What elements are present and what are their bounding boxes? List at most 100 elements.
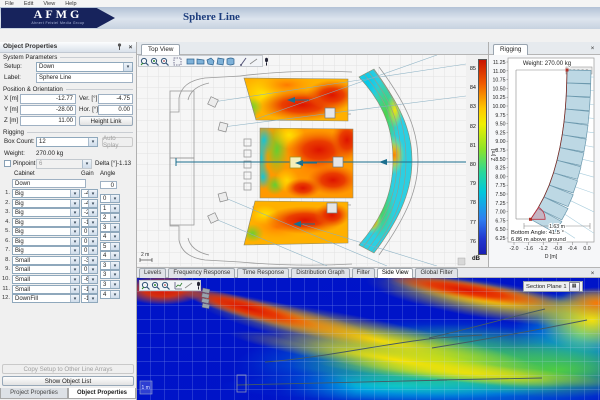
draw-quad-area-icon[interactable] [216,56,225,66]
gain-select[interactable]: -12▾ [81,285,98,294]
label-field[interactable]: Sphere Line [36,73,133,83]
angle-select[interactable]: 4▾ [100,232,120,241]
angle-select[interactable]: 4▾ [100,251,120,260]
resize-grip[interactable] [458,258,465,265]
draw-polygon-area-icon[interactable] [206,56,215,66]
cabinet-select[interactable]: Small▾ [12,256,80,265]
gain-select[interactable]: -2▾ [81,208,98,217]
scale-label: 1 m [142,385,150,391]
z-field[interactable]: 11.00 [20,116,76,126]
cabinet-select[interactable]: Big▾ [12,208,80,217]
angle-select[interactable]: 5▾ [100,242,120,251]
row-index: 4. [1,219,10,225]
top-view-canvas[interactable]: 2 m [137,55,466,266]
setup-select[interactable]: Down▾ [36,62,133,72]
cabinet-select[interactable]: Small▾ [12,275,80,284]
section-plane-selector[interactable]: Section Plane 1 ▦ [523,281,583,292]
zoom-window-icon[interactable] [140,56,149,66]
draw-ray-icon[interactable] [249,56,258,66]
speaker-icon[interactable] [325,108,335,118]
section-plane-lock-icon[interactable]: ▦ [569,282,580,292]
angle-select[interactable]: 3▾ [100,223,120,232]
zoom-window-icon[interactable] [141,281,150,291]
box-count-select[interactable]: 12▾ [36,137,98,147]
speaker-icon[interactable] [333,157,343,167]
hor-field[interactable]: 0.00 [98,105,133,115]
speaker-icon[interactable] [327,203,337,213]
speaker-icon[interactable] [218,122,228,132]
axis-tick: 9.25 [495,130,505,136]
gain-select[interactable]: -4▾ [81,189,98,198]
cabinet-select[interactable]: Big▾ [12,218,80,227]
rigging-diagram[interactable]: Weight: 270.00 kg 1.63 m Bottom Angle: 4… [489,55,600,270]
gain-select[interactable]: 0▾ [81,237,98,246]
zoom-in-icon[interactable] [151,281,160,291]
gain-select[interactable]: -4▾ [81,199,98,208]
cabinet-select[interactable]: Big▾ [12,237,80,246]
top-angle-field[interactable]: 0 [100,181,117,189]
setup-name-field[interactable]: Down [12,179,86,188]
spl-colorbar: 85848382818079787776 dB [466,55,488,268]
tab-object-properties[interactable]: Object Properties [68,388,136,399]
ver-field[interactable]: -4.75 [98,94,133,104]
gain-select[interactable]: 0▾ [81,265,98,274]
select-area-icon[interactable] [173,56,182,66]
angle-select[interactable]: 3▾ [100,280,120,289]
x-field[interactable]: -12.77 [20,94,76,104]
setup-label: Setup: [4,62,22,71]
tab-rigging[interactable]: Rigging [493,44,528,55]
draw-rect-area-icon[interactable] [186,56,195,66]
distribution-graph-icon[interactable] [174,281,183,291]
gain-select[interactable]: -3▾ [81,256,98,265]
speaker-icon[interactable] [218,192,228,202]
close-icon[interactable]: × [588,44,597,53]
chevron-down-icon: ▾ [88,257,97,264]
angle-select[interactable]: 4▾ [100,290,120,299]
angle-select-value: 0 [101,195,110,202]
chevron-down-icon: ▾ [70,286,79,293]
cabinet-select[interactable]: Big▾ [12,227,80,236]
gain-select[interactable]: -12▾ [81,294,98,303]
axis-tick: -2.0 [510,246,519,252]
angle-select[interactable]: 3▾ [100,261,120,270]
probe-icon[interactable] [194,281,203,291]
cabinet-select[interactable]: Big▾ [12,189,80,198]
zoom-out-icon[interactable] [160,56,169,66]
auto-splay-button[interactable]: Auto Splay [102,137,133,147]
gain-select[interactable]: 0▾ [81,246,98,255]
axis-tick: 10.50 [493,86,506,92]
draw-curved-area-icon[interactable] [226,56,235,66]
panel-title: Object Properties [3,43,57,50]
cabinet-select[interactable]: DownFill▾ [12,294,80,303]
gain-select[interactable]: 0▾ [81,227,98,236]
pinpoint-checkbox[interactable] [4,160,11,167]
gain-select[interactable]: -6▾ [81,275,98,284]
angle-select[interactable]: 1▾ [100,204,120,213]
side-view-canvas[interactable]: 1 m [137,278,600,400]
height-link-button[interactable]: Height Link [79,116,133,126]
draw-trapezoid-area-icon[interactable] [196,56,205,66]
show-object-list-button[interactable]: Show Object List [2,376,134,386]
draw-ray-icon[interactable] [184,281,193,291]
draw-line-icon[interactable] [239,56,248,66]
pinpoint-select[interactable]: 6▾ [36,159,92,169]
angle-select[interactable]: 2▾ [100,213,120,222]
zoom-out-icon[interactable] [161,281,170,291]
copy-setup-button[interactable]: Copy Setup to Other Line Arrays [2,364,134,374]
close-icon[interactable]: × [126,43,135,52]
probe-icon[interactable] [262,56,271,66]
pin-icon[interactable] [116,43,125,52]
cabinet-select[interactable]: Small▾ [12,265,80,274]
cabinet-select[interactable]: Big▾ [12,246,80,255]
close-icon[interactable]: × [588,269,597,278]
cabinet-select[interactable]: Small▾ [12,285,80,294]
cabinet-select-value: Small [13,276,70,283]
tab-top-view[interactable]: Top View [141,44,180,55]
zoom-in-icon[interactable] [150,56,159,66]
angle-select[interactable]: 0▾ [100,194,120,203]
y-field[interactable]: -28.00 [20,105,76,115]
cabinet-select[interactable]: Big▾ [12,199,80,208]
angle-select[interactable]: 3▾ [100,270,120,279]
gain-select[interactable]: -1▾ [81,218,98,227]
tab-project-properties[interactable]: Project Properties [0,388,68,399]
